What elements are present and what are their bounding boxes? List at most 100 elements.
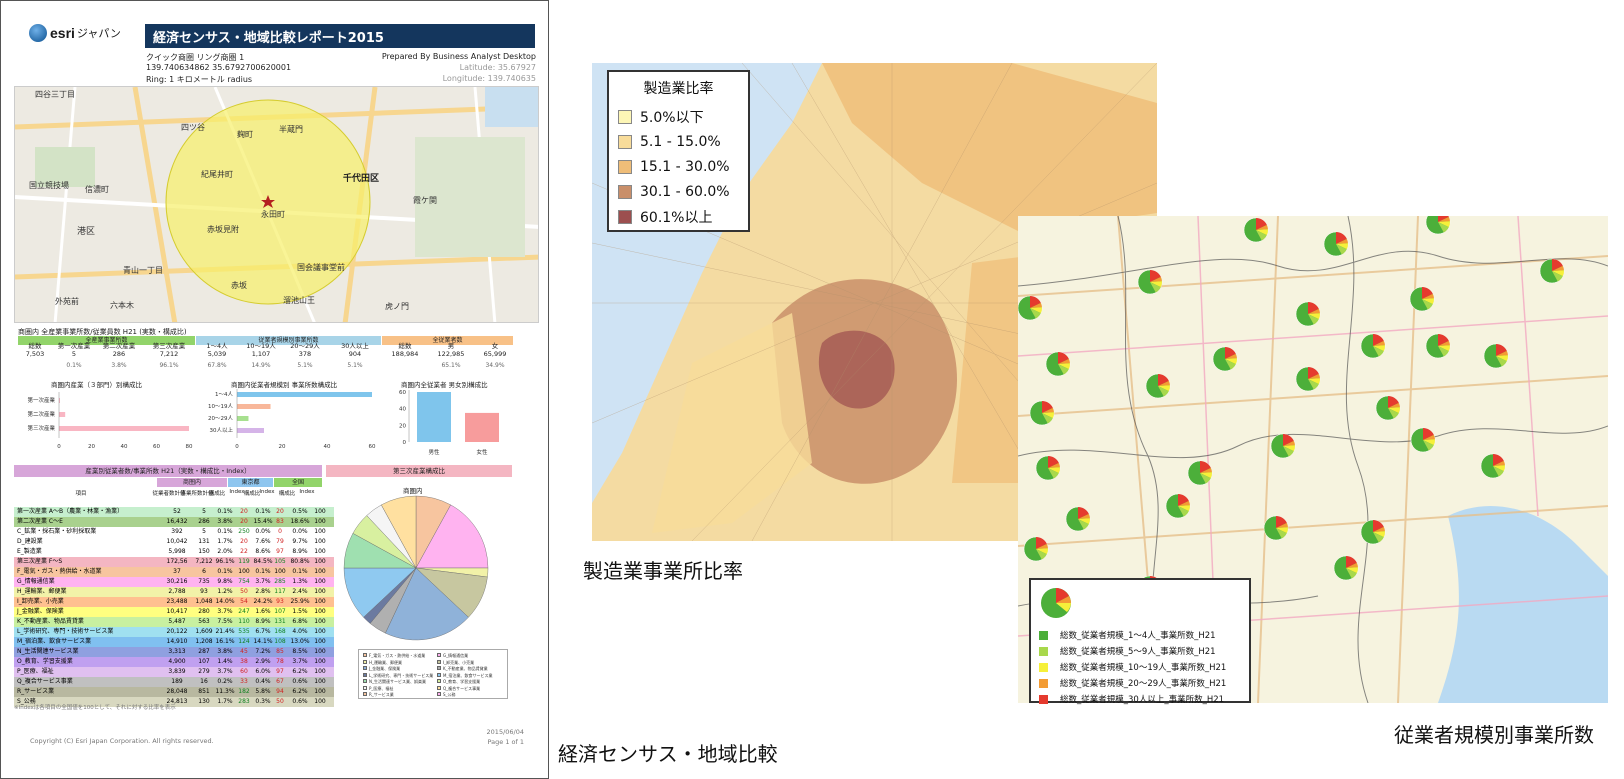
chart2-tick: 20	[279, 444, 286, 450]
establishment-size-legend: 総数_従業者規模_1〜4人_事業所数_H21 総数_従業者規模_5〜9人_事業所数…	[1029, 578, 1251, 705]
map-label: 青山一丁目	[123, 266, 163, 275]
table-header-cell: 10〜19人	[246, 342, 276, 350]
table-pct-cell: 5.1%	[297, 362, 313, 369]
legend-swatch	[1039, 646, 1048, 656]
legend-label: S_公務	[443, 692, 456, 697]
table-header-cell: 総数	[28, 342, 42, 350]
map-label: 千代田区	[343, 174, 380, 184]
table-row: K_不動産業、物品賃貸業 5,487 563 7.5% 110 8.9% 131 6.8% 10…	[14, 617, 334, 627]
map-label: 四谷三丁目	[35, 90, 75, 99]
industry-name: 第三次産業 F〜S	[17, 558, 63, 565]
industry-cell: 5,487	[168, 618, 186, 625]
industry-cell: 28,048	[166, 688, 188, 695]
pie-legend-item: Q_複合サービス事業	[437, 685, 480, 692]
industry-cell: 37	[173, 568, 181, 575]
table-row: I_卸売業、小売業 23,488 1,048 14.0% 54 24.2% 93 25.9% 1…	[14, 597, 334, 607]
map-label: 紀尾井町	[201, 170, 233, 179]
legend-swatch	[363, 679, 367, 683]
industry-cell: 52	[173, 508, 181, 515]
legend-label: 15.1 - 30.0%	[640, 158, 730, 175]
legend-swatch	[437, 666, 441, 670]
industry-cell: 3,839	[168, 668, 186, 675]
chart2-category: 10〜19人	[208, 403, 233, 410]
pie-legend-item: M_宿泊業、飲食サービス業	[437, 672, 493, 679]
industry-cell: 23,488	[166, 598, 188, 605]
chart1-tick: 80	[186, 444, 193, 450]
industry-cell: 30,216	[166, 578, 188, 585]
industry-name: C_鉱業・採石業・砂利採取業	[17, 528, 97, 535]
site-name: クイック商圏 リング商圏 1	[146, 53, 245, 62]
industry-name: E_製造業	[17, 548, 42, 555]
legend-label: O_教育、学習支援業	[443, 679, 481, 684]
esri-logo: esri ジャパン	[29, 22, 129, 44]
legend-item: 総数_従業者規模_10〜19人_事業所数_H21	[1039, 659, 1241, 675]
table-row: N_生活関連サービス業 3,313 287 3.8% 45 7.2% 85 8.5% 100	[14, 647, 334, 657]
legend-pie-icon	[1041, 588, 1071, 618]
industry-cell: 20,122	[166, 628, 188, 635]
legend-label: J_金融業、保険業	[369, 666, 401, 671]
pie-legend-item: N_生活関連サービス業、娯楽業	[363, 679, 426, 685]
industry-cell: 16,432	[166, 518, 188, 525]
table-header-cell: 女	[491, 342, 499, 350]
legend-swatch	[1039, 678, 1048, 688]
industry-sub: 商圏内	[157, 478, 227, 487]
legend-label: L_学術研究、専門・技術サービス業	[369, 672, 434, 678]
caption-census: 経済センサス・地域比較	[558, 742, 778, 766]
legend-swatch	[618, 159, 632, 174]
chart3-bar	[465, 412, 499, 442]
map-label: 国会議事堂前	[297, 263, 345, 272]
copyright: Copyright (C) Esri Japan Corporation. Al…	[30, 737, 214, 745]
industry-name: R_サービス業	[17, 688, 55, 695]
table-row: 第一次産業 A〜B（農業・林業・漁業） 52 5 0.1% 20 0.1% 20 0.5% 10…	[14, 507, 334, 517]
site-coords: 139.740634862 35.6792700620001	[146, 63, 292, 72]
legend-item: 30.1 - 60.0%	[618, 179, 739, 204]
industry-cell: 100	[314, 558, 326, 565]
table-row: D_建設業 10,042 131 1.7% 20 7.6% 79 9.7% 100	[14, 537, 334, 547]
industry-cell: 189	[171, 678, 183, 685]
legend-label: M_宿泊業、飲食サービス業	[443, 672, 493, 678]
table-value-cell: 5	[71, 350, 77, 358]
chart1-tick: 60	[153, 444, 160, 450]
logo-sub: ジャパン	[76, 27, 121, 40]
map-label: 六本木	[110, 301, 134, 310]
legend-item: 総数_従業者規模_5〜9人_事業所数_H21	[1039, 643, 1241, 659]
table-value-cell: 122,985	[437, 350, 465, 358]
legend-swatch	[618, 134, 632, 149]
table-value-cell: 7,212	[159, 350, 179, 358]
table-value-cell: 188,984	[391, 350, 419, 358]
legend-label: R_サービス業	[369, 692, 394, 697]
industry-name: J_金融業、保険業	[17, 608, 64, 615]
industry-cell: 100	[314, 628, 326, 635]
industry-caption: 産業別従業者数/事業所数 H21（実数・構成比・Index）	[14, 465, 322, 477]
pie-caption: 第三次産業構成比	[326, 465, 512, 477]
industry-cell: 10,417	[166, 608, 188, 615]
map-label: 港区	[77, 227, 96, 237]
logo-brand: esri	[50, 25, 75, 41]
industry-cell: 100	[314, 668, 326, 675]
prepared-by: Prepared By Business Analyst Desktop	[381, 52, 536, 61]
pie-legend-item: L_学術研究、専門・技術サービス業	[363, 672, 434, 679]
industry-cell: 100	[314, 578, 326, 585]
table-header-cell: 第三次産業	[152, 342, 186, 350]
chart3-tick: 0	[403, 440, 407, 446]
table-row: L_学術研究、専門・技術サービス業 20,122 1,609 21.4% 535 6.7%…	[14, 627, 334, 637]
trade-area-map[interactable]: 四谷三丁目 四ツ谷 麹町 半蔵門 千代田区 永田町 赤坂見附 国会議事堂前 溜池…	[14, 86, 539, 323]
pie-legend: F_電気・ガス・熱供給・水道業 G_情報通信業 H_運輸業、郵便業 I_卸売業、小売業…	[358, 649, 508, 699]
table-header-cell: 第二次産業	[102, 342, 136, 350]
industry-cell: 100	[314, 678, 326, 685]
legend-swatch	[363, 659, 367, 664]
table-value-cell: 65,999	[483, 350, 507, 358]
legend-label: H_運輸業、郵便業	[369, 659, 403, 665]
chart2-category: 1〜4人	[215, 391, 233, 398]
pie-legend-item: P_医療、福祉	[363, 685, 393, 692]
table-pct-cell: 0.1%	[66, 362, 82, 369]
industry-name: M_宿泊業、飲食サービス業	[17, 638, 92, 645]
legend-label: 総数_従業者規模_1〜4人_事業所数_H21	[1060, 631, 1216, 641]
table-header-cell: 30人以上	[341, 342, 369, 350]
table-row: 第二次産業 C〜E 16,432 286 3.8% 20 15.4% 83 18.6% 100	[14, 517, 334, 527]
industry-cell: 100	[314, 548, 326, 555]
chart1-tick: 20	[88, 444, 95, 450]
map-label: 霞ケ関	[413, 196, 437, 205]
industry-sub: 全国	[274, 478, 322, 487]
industry-name: K_不動産業、物品賃貸業	[17, 618, 84, 625]
